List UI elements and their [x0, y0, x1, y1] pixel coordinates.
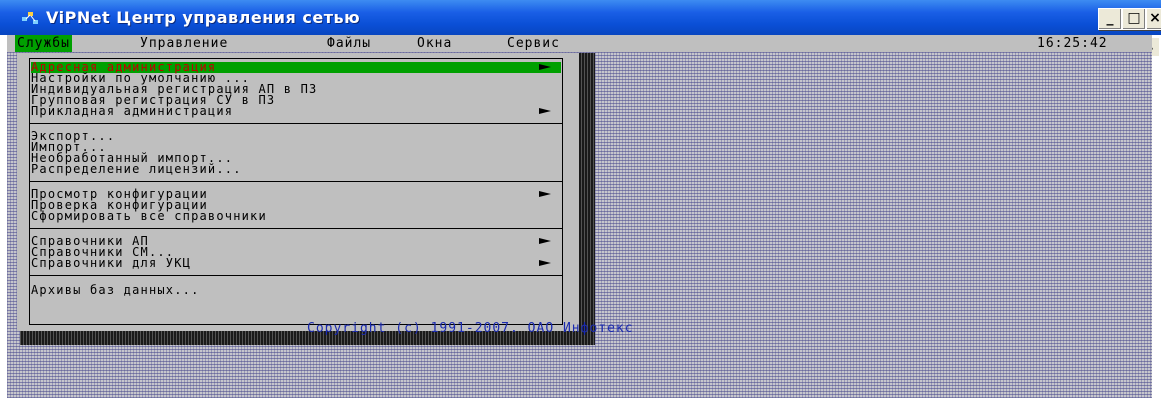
menu-item-label: Распределение лицензий...	[31, 162, 242, 176]
services-dropdown-menu: Адресная администрация Настройки по умол…	[17, 53, 579, 331]
menu-management[interactable]: Управление	[140, 35, 228, 52]
menu-item-database-archives[interactable]: Архивы баз данных...	[31, 283, 561, 297]
close-button[interactable]: ×	[1146, 8, 1161, 30]
menu-separator	[30, 228, 562, 229]
submenu-arrow-icon	[539, 191, 551, 197]
minimize-button[interactable]: _	[1098, 8, 1122, 30]
menu-bar: Службы Управление Файлы Окна Сервис 16:2…	[7, 35, 1152, 52]
menu-item-build-directories[interactable]: Сформировать все справочники	[31, 209, 561, 223]
menu-item-label: Справочники для УКЦ	[31, 256, 192, 270]
menu-separator	[30, 181, 562, 182]
window-title: ViPNet Центр управления сетью	[46, 8, 361, 27]
application-window: ViPNet Центр управления сетью _ □ × ▲ Сл…	[0, 0, 1161, 398]
menu-item-label: Сформировать все справочники	[31, 209, 267, 223]
submenu-arrow-icon	[539, 238, 551, 244]
clock: 16:25:42	[1037, 36, 1108, 51]
maximize-button[interactable]: □	[1122, 8, 1146, 30]
copyright-text: Copyright (c) 1991-2007. ОАО Инфотекс	[307, 321, 634, 336]
menu-item-label: Прикладная администрация	[31, 104, 234, 118]
menu-separator	[30, 123, 562, 124]
menu-windows[interactable]: Окна	[417, 35, 452, 52]
menu-item-ukc-directories[interactable]: Справочники для УКЦ	[31, 256, 561, 270]
submenu-arrow-icon	[539, 64, 551, 70]
menu-services[interactable]: Службы	[15, 35, 72, 52]
menu-files[interactable]: Файлы	[327, 35, 371, 52]
submenu-arrow-icon	[539, 108, 551, 114]
menu-item-license-distribution[interactable]: Распределение лицензий...	[31, 162, 561, 176]
console-area: Службы Управление Файлы Окна Сервис 16:2…	[7, 35, 1152, 398]
network-app-icon	[22, 12, 38, 24]
menu-item-export[interactable]: Экспорт...	[31, 130, 561, 142]
menu-separator	[30, 275, 562, 276]
submenu-arrow-icon	[539, 260, 551, 266]
menu-item-application-admin[interactable]: Прикладная администрация	[31, 104, 561, 118]
title-bar[interactable]: ViPNet Центр управления сетью _ □ ×	[0, 0, 1161, 35]
menu-item-label: Архивы баз данных...	[31, 283, 200, 297]
menu-service[interactable]: Сервис	[507, 35, 560, 52]
